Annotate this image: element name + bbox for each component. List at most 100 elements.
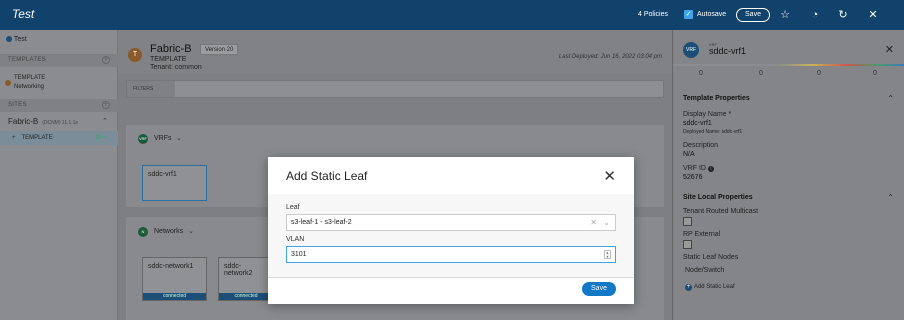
rp-external-label: RP External bbox=[683, 231, 721, 238]
template-icon bbox=[5, 80, 11, 86]
policies-count[interactable]: 4 Policies bbox=[638, 11, 668, 18]
add-static-leaf-link[interactable]: + Add Static Leaf bbox=[685, 283, 735, 291]
vrf-card-name: sddc-vrf1 bbox=[148, 171, 177, 178]
vrf-id-label-text: VRF ID bbox=[683, 165, 706, 172]
status-strip bbox=[673, 64, 904, 66]
last-deployed: Last Deployed: Jun 16, 2022 03:04 pm bbox=[558, 54, 662, 60]
templates-header-label: TEMPLATES bbox=[8, 57, 46, 63]
app-title: Test bbox=[12, 7, 35, 21]
add-static-leaf-dialog: Add Static Leaf ✕ Leaf s3-leaf-1 - s3-le… bbox=[268, 157, 634, 304]
fabric-tenant: Tenant: common bbox=[150, 64, 202, 71]
template-item-sub: Networking bbox=[14, 84, 45, 90]
vlan-input[interactable]: 3101 ▲ ▼ bbox=[286, 246, 616, 263]
schema-icon bbox=[6, 36, 12, 43]
vrf-id-value: 52676 bbox=[683, 174, 703, 181]
sidebar-root[interactable]: Test bbox=[0, 36, 118, 48]
deployed-name: Deployed Name: sddc-vrf1 bbox=[683, 129, 743, 135]
template-item-label: TEMPLATE bbox=[14, 75, 46, 81]
description-value: N/A bbox=[683, 151, 695, 158]
display-name-label: Display Name * bbox=[683, 111, 732, 118]
panel-close-icon[interactable]: ✕ bbox=[885, 43, 894, 56]
chevron-up-icon[interactable]: ⌃ bbox=[887, 193, 894, 202]
node-switch-header: Node/Switch bbox=[685, 267, 725, 274]
networks-chevron-icon[interactable]: ⌄ bbox=[188, 227, 194, 235]
sidebar: Test TEMPLATES + TEMPLATE Networking SIT… bbox=[0, 30, 118, 320]
divider bbox=[268, 277, 634, 278]
clear-icon[interactable]: ✕ bbox=[590, 215, 597, 230]
filters-label[interactable]: FILTERS bbox=[127, 81, 175, 97]
star-icon[interactable]: ☆ bbox=[778, 8, 792, 22]
network-card-status: connected bbox=[143, 293, 206, 300]
network-card-name: sddc-network2 bbox=[224, 263, 253, 277]
description-label: Description bbox=[683, 142, 719, 149]
fabric-name: Fabric-B bbox=[150, 43, 192, 55]
leaf-select[interactable]: s3-leaf-1 - s3-leaf-2 ✕ ⌄ bbox=[286, 214, 616, 231]
rp-external-checkbox[interactable] bbox=[683, 240, 692, 249]
add-circle-icon: + bbox=[685, 284, 692, 291]
vrf-card[interactable]: sddc-vrf1 bbox=[142, 165, 207, 201]
version-badge: Version 20 bbox=[200, 44, 239, 55]
vrf-panel-name: sddc-vrf1 bbox=[709, 46, 747, 56]
leaf-select-value: s3-leaf-1 - s3-leaf-2 bbox=[291, 219, 352, 226]
sidebar-item-template[interactable]: TEMPLATE Networking bbox=[0, 74, 118, 94]
leaf-label: Leaf bbox=[286, 204, 300, 211]
sidebar-item-site[interactable]: Fabric-B (DCNM) 11.1.1e ⌃ bbox=[0, 117, 118, 129]
vlan-input-value: 3101 bbox=[291, 251, 307, 258]
fabric-header: T Fabric-B Version 20 TEMPLATE Tenant: c… bbox=[118, 30, 672, 74]
info-icon[interactable]: i bbox=[707, 166, 714, 172]
chevron-down-icon[interactable]: ⌄ bbox=[603, 215, 610, 230]
properties-panel: VRF VRF sddc-vrf1 ✕ 0 0 0 0 Template Pro… bbox=[672, 30, 904, 320]
chevron-up-icon[interactable]: ⌃ bbox=[887, 94, 894, 103]
network-icon: N bbox=[138, 227, 148, 237]
top-bar: Test 4 Policies ✓ Autosave Save ☆ ◔ ↻ ✕ bbox=[0, 0, 904, 30]
site-local-properties-heading: Site Local Properties bbox=[683, 194, 753, 201]
status-count: 0 bbox=[759, 70, 763, 77]
close-icon[interactable]: ✕ bbox=[866, 8, 880, 22]
deploy-gauge-icon[interactable]: ◔ bbox=[808, 8, 822, 22]
refresh-icon[interactable]: ↻ bbox=[836, 8, 850, 22]
vrf-panel-icon: VRF bbox=[683, 42, 699, 58]
plus-icon: + bbox=[12, 135, 16, 141]
add-template-icon[interactable]: + bbox=[102, 56, 110, 64]
site-template-label: TEMPLATE bbox=[21, 135, 53, 141]
top-save-button[interactable]: Save bbox=[736, 8, 770, 22]
add-site-icon[interactable]: + bbox=[102, 101, 110, 109]
template-properties-heading: Template Properties bbox=[683, 95, 750, 102]
dialog-body bbox=[268, 194, 634, 277]
network-card[interactable]: sddc-network1 connected bbox=[142, 257, 207, 301]
autosave-label: Autosave bbox=[697, 11, 727, 18]
vrfs-chevron-icon[interactable]: ⌄ bbox=[176, 134, 182, 142]
network-card-name: sddc-network1 bbox=[148, 263, 194, 270]
tenant-routed-multicast-label: Tenant Routed Multicast bbox=[683, 208, 759, 215]
vrf-id-label: VRF ID i bbox=[683, 165, 714, 172]
filters-bar[interactable]: FILTERS bbox=[126, 80, 664, 98]
stepper-icon[interactable]: ▲ ▼ bbox=[604, 250, 611, 259]
network-card-status: connected bbox=[219, 293, 273, 300]
status-count: 0 bbox=[699, 70, 703, 77]
dialog-save-button[interactable]: Save bbox=[582, 282, 616, 296]
dialog-close-icon[interactable]: ✕ bbox=[603, 167, 616, 185]
site-meta: (DCNM) 11.1.1e bbox=[42, 120, 79, 126]
autosave-checkbox[interactable]: ✓ bbox=[684, 10, 693, 19]
sidebar-item-site-template[interactable]: + TEMPLATE ⊙⋯ bbox=[0, 131, 118, 145]
chevron-up-icon[interactable]: ⌃ bbox=[102, 117, 108, 125]
display-name-value: sddc-vrf1 bbox=[683, 120, 712, 127]
fabric-avatar: T bbox=[128, 48, 142, 62]
templates-header: TEMPLATES + bbox=[0, 54, 118, 67]
status-count: 0 bbox=[873, 70, 877, 77]
fabric-template-label: TEMPLATE bbox=[150, 56, 187, 63]
vlan-label: VLAN bbox=[286, 236, 305, 243]
sites-header: SITES + bbox=[0, 99, 118, 112]
sidebar-root-label: Test bbox=[13, 36, 27, 43]
networks-label: Networks bbox=[154, 228, 184, 235]
sites-header-label: SITES bbox=[8, 102, 27, 108]
status-count: 0 bbox=[817, 70, 821, 77]
status-more-icon[interactable]: ⊙⋯ bbox=[95, 133, 108, 141]
tenant-routed-multicast-checkbox[interactable] bbox=[683, 217, 692, 226]
network-card[interactable]: sddc-network2 connected bbox=[218, 257, 274, 301]
vrfs-label: VRFs bbox=[154, 135, 172, 142]
dialog-title: Add Static Leaf bbox=[286, 169, 368, 183]
static-leaf-nodes-label: Static Leaf Nodes bbox=[683, 254, 739, 261]
add-static-leaf-label: Add Static Leaf bbox=[693, 284, 735, 290]
vrf-icon: VRF bbox=[138, 134, 148, 144]
